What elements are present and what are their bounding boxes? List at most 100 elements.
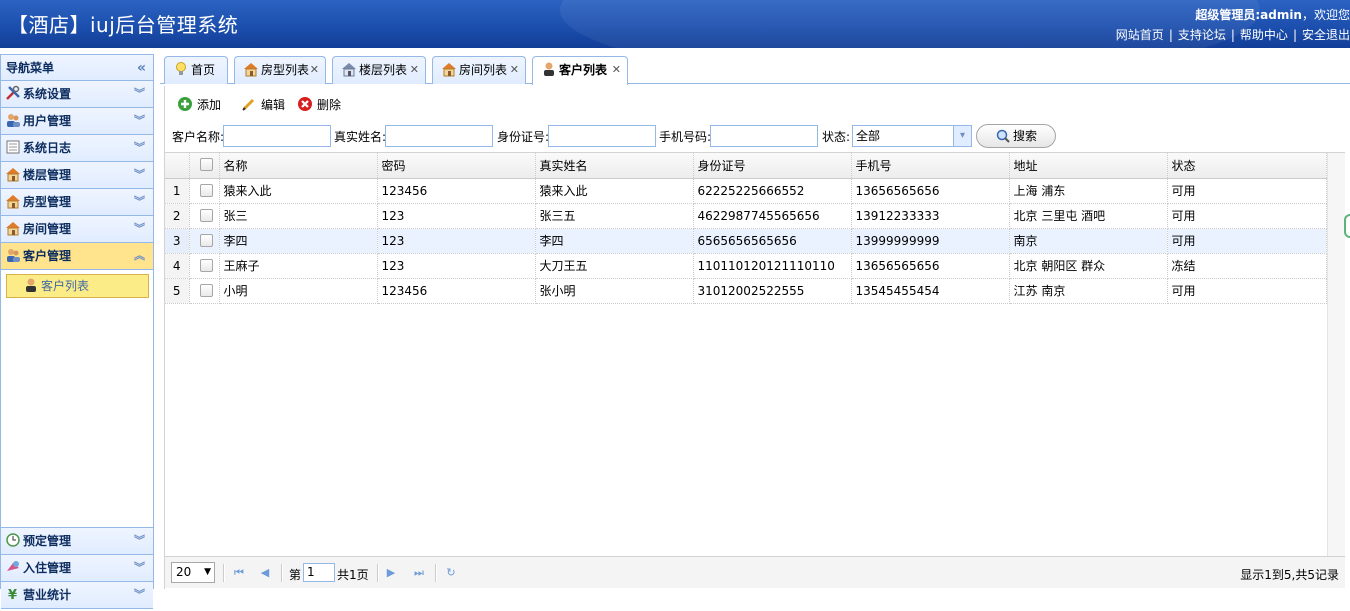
- nav-item-checkin-management[interactable]: 入住管理 ︾: [1, 555, 153, 582]
- search-button-label: 搜索: [1012, 129, 1037, 143]
- first-page-icon[interactable]: ⏮: [231, 565, 247, 581]
- page-total: 共1页: [337, 568, 369, 582]
- column-header-idcard[interactable]: 身份证号: [693, 153, 852, 179]
- nav-item-customer-management[interactable]: 客户管理 ︽: [1, 243, 153, 270]
- row-select-cell[interactable]: [189, 178, 220, 204]
- search-button[interactable]: 搜索: [976, 124, 1056, 148]
- cell-idcard: 62225225666552: [693, 178, 852, 204]
- tab-customer-list[interactable]: 客户列表 ✕: [532, 56, 628, 85]
- row-checkbox[interactable]: [199, 233, 213, 247]
- vertical-scrollbar[interactable]: [1327, 153, 1345, 557]
- row-checkbox[interactable]: [199, 258, 213, 272]
- nav-subitem-customer-list[interactable]: 客户列表: [6, 274, 149, 298]
- customer-name-input[interactable]: [223, 125, 331, 147]
- realname-input[interactable]: [385, 125, 493, 147]
- link-forum[interactable]: 支持论坛: [1178, 28, 1226, 42]
- close-icon[interactable]: ✕: [612, 57, 621, 83]
- nav-item-room-type-management[interactable]: 房型管理 ︾: [1, 189, 153, 216]
- chevron-down-icon: ▼: [204, 567, 211, 577]
- table-row[interactable]: 4 王麻子 123 大刀王五 110110120121110110 136565…: [165, 253, 1327, 279]
- nav-item-room-management[interactable]: 房间管理 ︾: [1, 216, 153, 243]
- link-site-home[interactable]: 网站首页: [1116, 28, 1164, 42]
- nav-item-label: 预定管理: [23, 534, 72, 548]
- row-select-cell[interactable]: [189, 278, 220, 304]
- column-header-address[interactable]: 地址: [1009, 153, 1168, 179]
- chevron-down-icon: ︾: [134, 534, 145, 547]
- chevron-down-icon: ︾: [134, 114, 145, 127]
- table-row-highlighted[interactable]: 3 李四 123 李四 6565656565656 13999999999 南京…: [165, 228, 1327, 254]
- chevron-down-icon: ︾: [134, 141, 145, 154]
- chevron-down-icon: ▾: [953, 126, 971, 146]
- nav-item-system-log[interactable]: 系统日志 ︾: [1, 135, 153, 162]
- column-header-phone[interactable]: 手机号: [851, 153, 1010, 179]
- search-icon: [995, 128, 1011, 144]
- cell-address: 北京 朝阳区 群众: [1009, 253, 1168, 279]
- row-select-cell[interactable]: [189, 203, 220, 229]
- row-select-cell[interactable]: [189, 228, 220, 254]
- idcard-input[interactable]: [548, 125, 656, 147]
- row-checkbox[interactable]: [199, 208, 213, 222]
- nav-item-reservation-management[interactable]: 预定管理 ︾: [1, 528, 153, 555]
- data-grid: 名称 密码 真实姓名 身份证号 手机号 地址 状态 1 猿来入此 123456 …: [165, 152, 1345, 557]
- nav-item-system-settings[interactable]: 系统设置 ︾: [1, 81, 153, 108]
- add-button[interactable]: 添加: [177, 94, 221, 116]
- tab-label: 楼层列表: [359, 63, 408, 77]
- column-header-name[interactable]: 名称: [219, 153, 378, 179]
- delete-label: 删除: [317, 98, 342, 112]
- house-icon: [5, 192, 21, 209]
- nav-item-floor-management[interactable]: 楼层管理 ︾: [1, 162, 153, 189]
- select-all-cell[interactable]: [189, 153, 220, 179]
- row-checkbox[interactable]: [199, 183, 213, 197]
- house-icon: [341, 60, 357, 77]
- row-number: 3: [165, 228, 190, 254]
- phone-input[interactable]: [710, 125, 818, 147]
- column-header-realname[interactable]: 真实姓名: [535, 153, 694, 179]
- tab-home[interactable]: 首页: [164, 56, 228, 84]
- page-size-select[interactable]: 20 ▼: [171, 562, 215, 583]
- customer-table: 名称 密码 真实姓名 身份证号 手机号 地址 状态 1 猿来入此 123456 …: [165, 153, 1327, 304]
- close-icon[interactable]: ✕: [310, 57, 319, 83]
- nav-item-label: 入住管理: [23, 561, 72, 575]
- nav-item-user-management[interactable]: 用户管理 ︾: [1, 108, 153, 135]
- cell-address: 上海 浦东: [1009, 178, 1168, 204]
- prev-page-icon[interactable]: ◀: [257, 565, 273, 581]
- refresh-icon[interactable]: ↻: [443, 565, 459, 581]
- tab-floor-list[interactable]: 楼层列表 ✕: [332, 56, 426, 84]
- cell-status: 可用: [1167, 203, 1327, 229]
- plus-icon: [177, 96, 193, 112]
- checkin-icon: [5, 558, 21, 574]
- column-header-password[interactable]: 密码: [377, 153, 536, 179]
- page-number-input[interactable]: 1: [303, 563, 335, 582]
- link-help[interactable]: 帮助中心: [1240, 28, 1288, 42]
- column-header-status[interactable]: 状态: [1167, 153, 1327, 179]
- yen-icon: ¥: [5, 585, 21, 603]
- tab-room-type-list[interactable]: 房型列表 ✕: [234, 56, 326, 84]
- floating-handle[interactable]: [1344, 214, 1350, 238]
- row-select-cell[interactable]: [189, 253, 220, 279]
- collapse-icon[interactable]: «: [137, 55, 146, 81]
- nav-item-label: 营业统计: [23, 588, 72, 602]
- cell-phone: 13656565656: [851, 253, 1010, 279]
- table-row[interactable]: 1 猿来入此 123456 猿来入此 62225225666552 136565…: [165, 178, 1327, 204]
- chevron-down-icon: ︾: [134, 561, 145, 574]
- link-logout[interactable]: 安全退出: [1302, 28, 1350, 42]
- welcome-suffix: ，欢迎您: [1301, 8, 1350, 22]
- select-all-checkbox[interactable]: [199, 158, 213, 172]
- table-row[interactable]: 2 张三 123 张三五 4622987745565656 1391223333…: [165, 203, 1327, 229]
- status-select[interactable]: 全部 ▾: [852, 125, 972, 147]
- app-title: 【酒店】iuj后台管理系统: [8, 13, 239, 37]
- edit-label: 编辑: [261, 98, 286, 112]
- row-checkbox[interactable]: [199, 283, 213, 297]
- tab-room-list[interactable]: 房间列表 ✕: [432, 56, 526, 84]
- close-icon[interactable]: ✕: [410, 57, 419, 83]
- status-value: 全部: [856, 129, 881, 143]
- next-page-icon[interactable]: ▶: [383, 565, 399, 581]
- close-icon[interactable]: ✕: [510, 57, 519, 83]
- edit-button[interactable]: 编辑: [241, 94, 285, 116]
- delete-button[interactable]: 删除: [297, 94, 341, 116]
- table-row[interactable]: 5 小明 123456 张小明 31012002522555 135454554…: [165, 278, 1327, 304]
- nav-item-business-statistics[interactable]: ¥ 营业统计 ︾: [1, 582, 153, 609]
- pager-separator: [223, 564, 225, 582]
- chevron-down-icon: ︾: [134, 87, 145, 100]
- last-page-icon[interactable]: ⏭: [411, 565, 427, 581]
